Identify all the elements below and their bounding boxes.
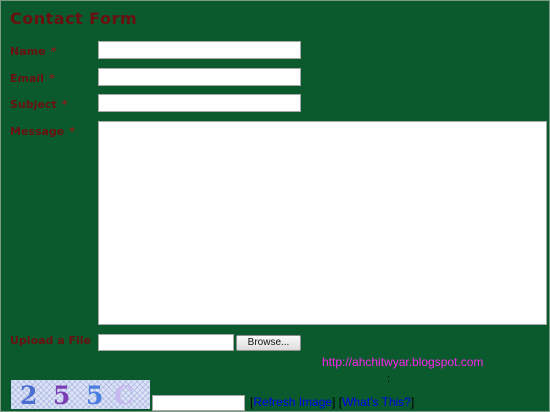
upload-label: Upload a File [10,334,92,347]
captcha-char-3: 5 [86,381,104,409]
captcha-answer-input[interactable] [152,395,245,411]
subject-required-mark: * [61,98,68,111]
email-input[interactable] [98,68,301,86]
upload-file-path-input[interactable] [98,334,234,351]
captcha-char-2: 5 [53,381,71,409]
name-input[interactable] [98,41,301,59]
refresh-image-link[interactable]: Refresh Image [253,395,332,409]
message-required-mark: * [69,125,76,138]
captcha-char-4: C [114,381,134,409]
colon-text: : [387,373,391,385]
email-label: Email * [10,72,55,85]
captcha-image: 2 5 5 C [11,380,150,409]
subject-input[interactable] [98,94,301,112]
name-label-text: Name [10,45,46,58]
browse-button[interactable]: Browse... [236,335,301,351]
message-label-text: Message [10,125,65,138]
name-label: Name * [10,45,56,58]
captcha-links: [Refresh Image] [What's This?] [250,395,414,409]
message-label: Message * [10,125,75,138]
message-textarea[interactable] [98,121,547,325]
subject-label: Subject * [10,98,67,111]
email-label-text: Email [10,72,44,85]
refresh-bracket-close: ] [332,395,336,409]
subject-label-text: Subject [10,98,57,111]
captcha-char-1: 2 [20,381,38,409]
form-title: Contact Form [10,9,138,28]
whats-this-link[interactable]: What's This? [342,395,411,409]
whats-this-bracket-close: ] [410,395,415,409]
blog-url-text: http://ahchitwyar.blogspot.com [322,355,484,369]
email-required-mark: * [48,72,55,85]
name-required-mark: * [50,45,57,58]
